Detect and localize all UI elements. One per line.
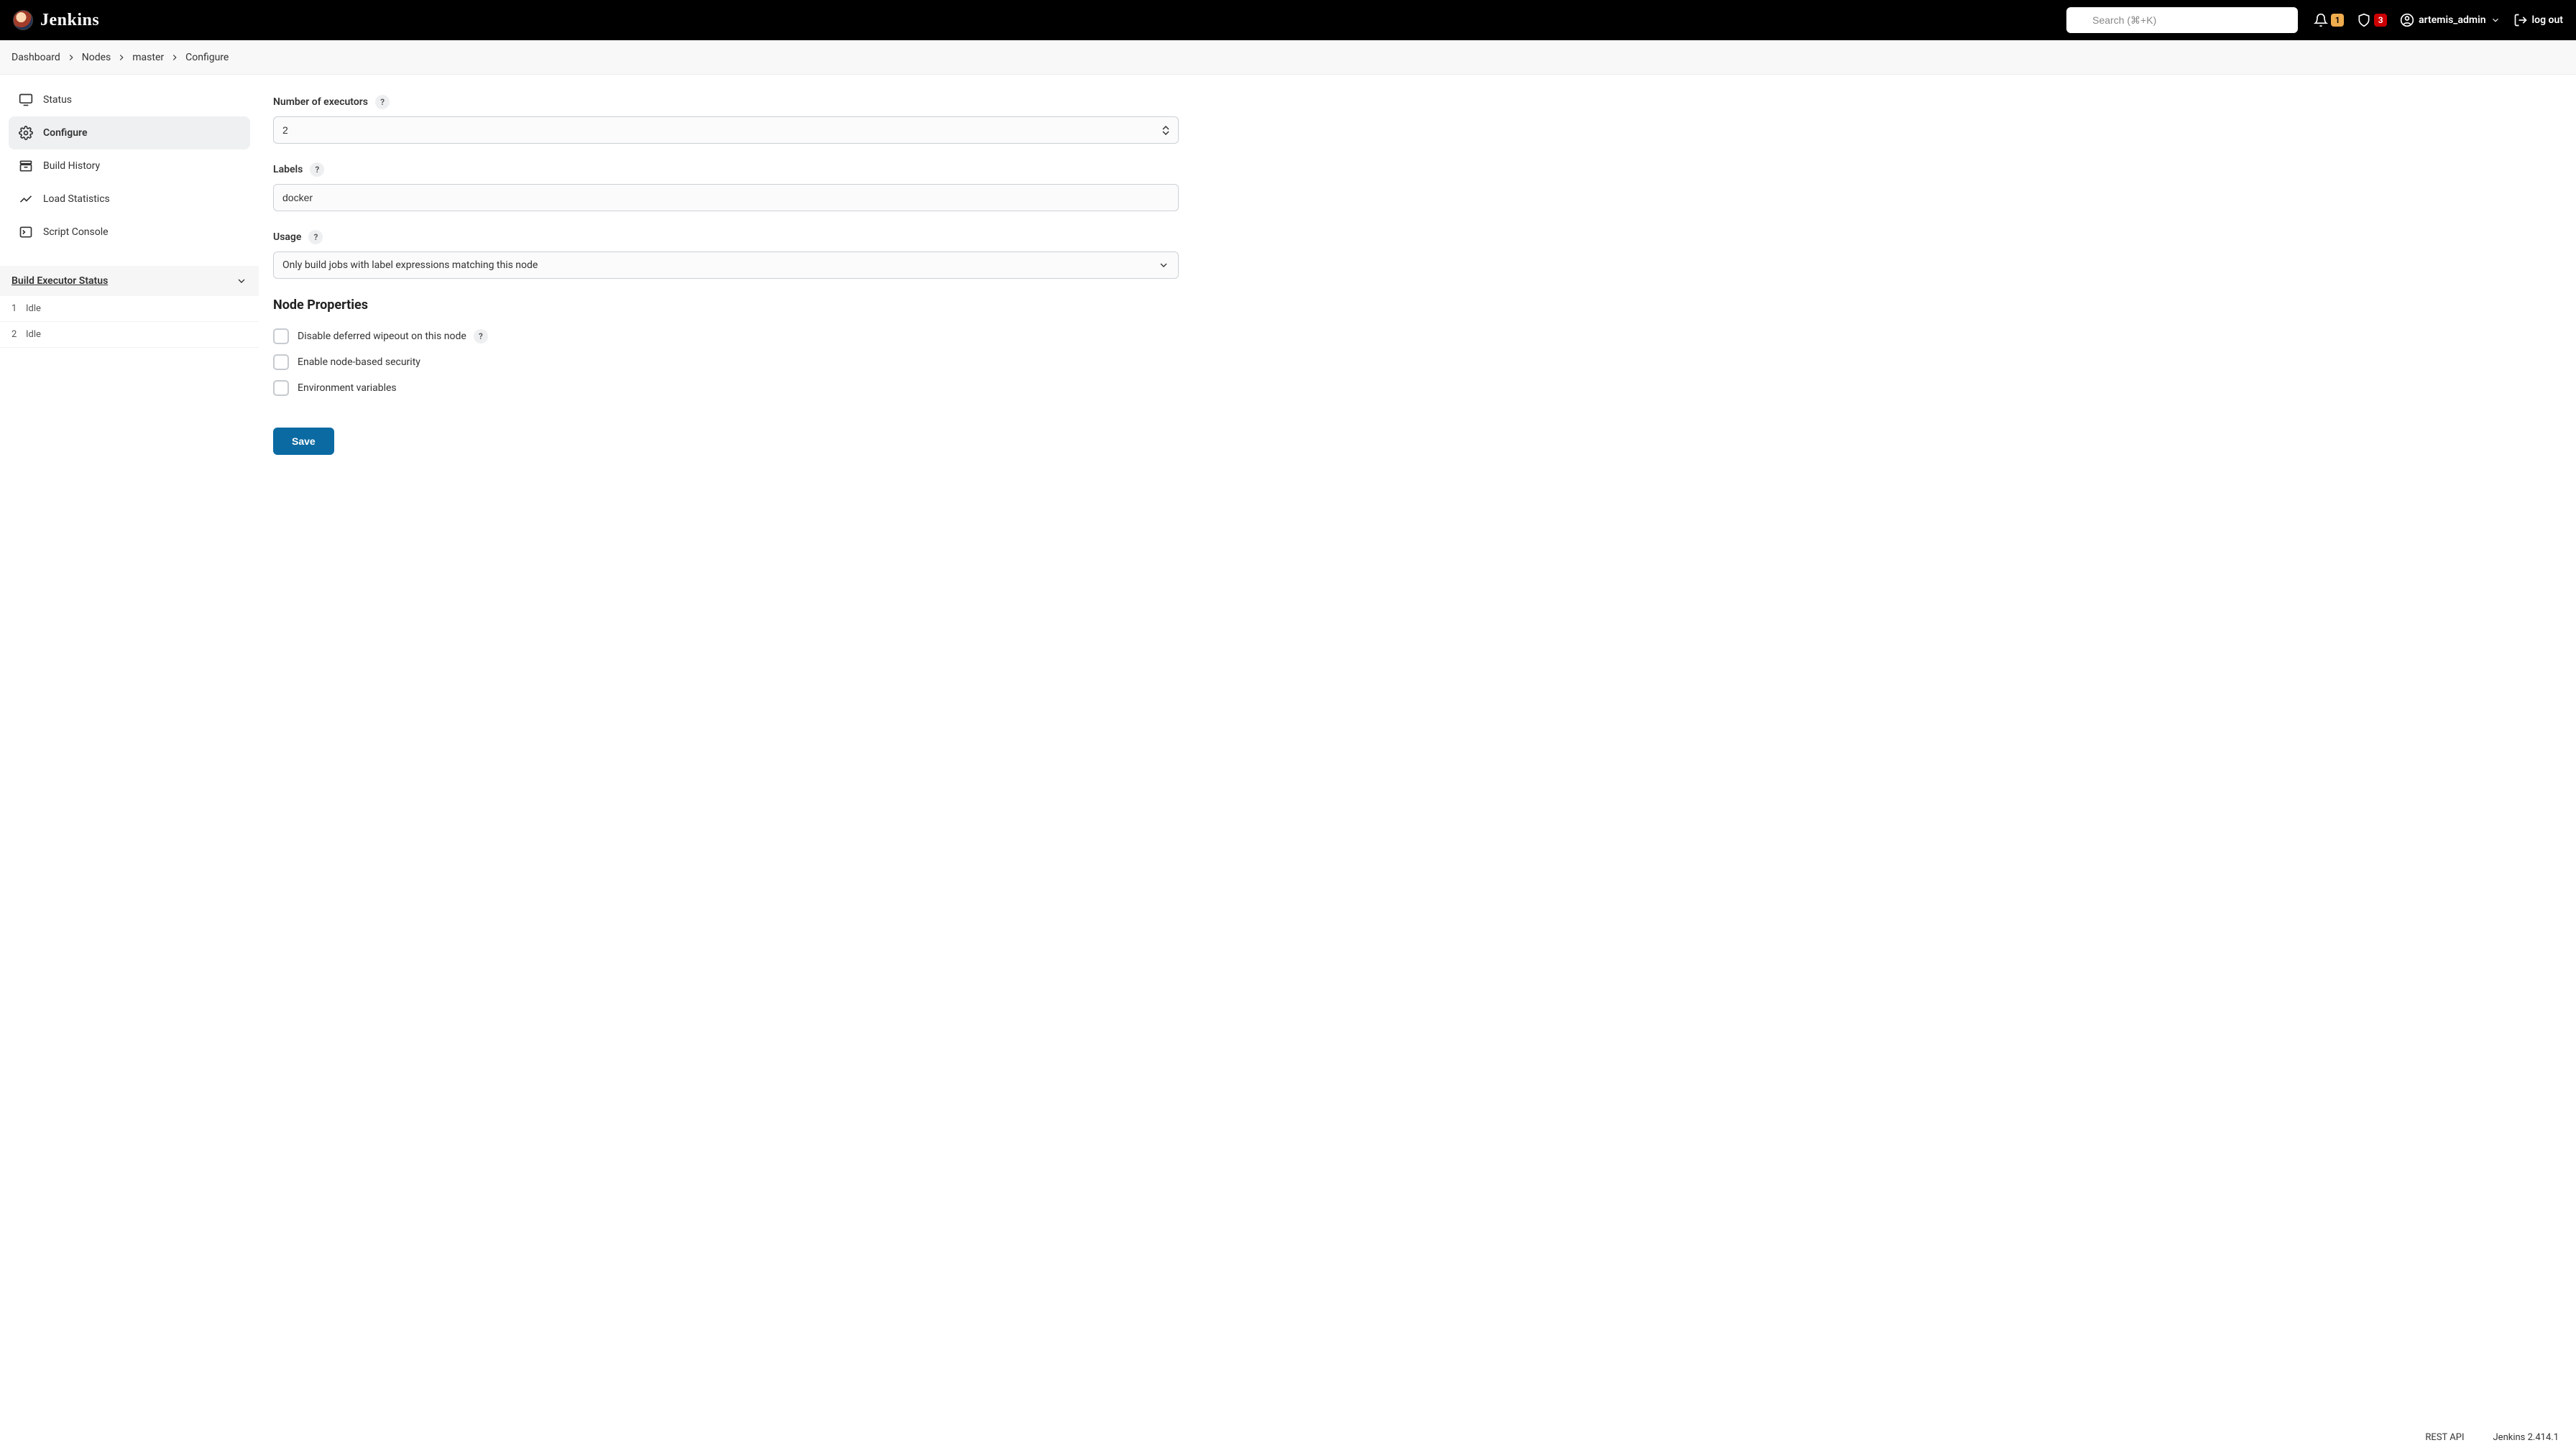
logo-link[interactable]: Jenkins: [13, 10, 99, 30]
logout-icon: [2513, 13, 2528, 27]
checkbox[interactable]: [273, 354, 289, 370]
chevron-right-icon: [116, 52, 126, 63]
executor-number: 1: [12, 303, 19, 314]
crumb-nodes[interactable]: Nodes: [80, 49, 113, 66]
search-box[interactable]: [2066, 7, 2298, 33]
notif-badge: 1: [2331, 14, 2344, 27]
executor-status: Idle: [26, 329, 41, 340]
check-node-security[interactable]: Enable node-based security: [273, 354, 1179, 370]
user-icon: [2400, 13, 2414, 27]
executor-number: 2: [12, 329, 19, 340]
sidebar-item-status[interactable]: Status: [9, 83, 250, 116]
field-label-text: Usage: [273, 231, 301, 243]
notifications-button[interactable]: 1: [2314, 13, 2344, 27]
help-icon[interactable]: ?: [308, 230, 323, 244]
field-num-executors: Number of executors ?: [273, 95, 1179, 144]
checkbox-label: Disable deferred wipeout on this node ?: [298, 329, 488, 343]
checkbox[interactable]: [273, 380, 289, 396]
executor-panel-title: Build Executor Status: [12, 275, 108, 287]
executor-panel-header[interactable]: Build Executor Status: [0, 266, 259, 296]
top-header: Jenkins 1 3 artemis_admin log out: [0, 0, 2576, 40]
crumb-master[interactable]: master: [131, 49, 165, 66]
help-icon[interactable]: ?: [310, 162, 324, 177]
executor-status: Idle: [26, 303, 41, 314]
bell-icon: [2314, 13, 2328, 27]
shield-icon: [2357, 13, 2371, 27]
rest-api-link[interactable]: REST API: [2425, 1432, 2464, 1443]
help-circle-icon[interactable]: [2278, 14, 2291, 27]
sidebar-item-configure[interactable]: Configure: [9, 116, 250, 149]
security-badge: 3: [2374, 14, 2387, 27]
main-content: Number of executors ? Labels ? U: [259, 75, 1179, 484]
search-input[interactable]: [2092, 14, 2271, 26]
sidebar-item-script-console[interactable]: Script Console: [9, 216, 250, 249]
checkbox[interactable]: [273, 328, 289, 344]
chevron-down-icon: [2490, 15, 2501, 25]
username-label: artemis_admin: [2419, 14, 2485, 26]
sidebar-item-label: Script Console: [43, 226, 109, 238]
field-label-text: Number of executors: [273, 96, 368, 108]
field-labels: Labels ?: [273, 162, 1179, 211]
sidebar-item-build-history[interactable]: Build History: [9, 149, 250, 183]
sidebar-item-label: Load Statistics: [43, 193, 110, 205]
usage-select-value: Only build jobs with label expressions m…: [282, 259, 538, 271]
executor-row: 1 Idle: [0, 296, 259, 322]
chevron-down-icon: [236, 275, 247, 287]
search-icon: [2074, 14, 2085, 26]
brand-name: Jenkins: [40, 11, 99, 30]
user-menu[interactable]: artemis_admin: [2400, 13, 2500, 27]
stepper-down-icon: [1162, 131, 1169, 135]
usage-select[interactable]: Only build jobs with label expressions m…: [273, 252, 1179, 279]
labels-input[interactable]: [282, 192, 1169, 203]
field-label-text: Labels: [273, 164, 303, 175]
labels-input-wrap: [273, 184, 1179, 211]
jenkins-logo-icon: [13, 10, 33, 30]
executor-row: 2 Idle: [0, 322, 259, 348]
sidebar: Status Configure Build History Load Stat…: [0, 75, 259, 484]
num-executors-input-wrap: [273, 116, 1179, 144]
help-icon[interactable]: ?: [375, 95, 390, 109]
sidebar-item-load-statistics[interactable]: Load Statistics: [9, 183, 250, 216]
stepper-up-icon: [1162, 126, 1169, 130]
executor-panel: Build Executor Status 1 Idle 2 Idle: [0, 266, 259, 348]
security-button[interactable]: 3: [2357, 13, 2387, 27]
gear-icon: [19, 126, 33, 140]
node-properties-heading: Node Properties: [273, 297, 1179, 313]
chart-icon: [19, 192, 33, 206]
chevron-down-icon: [1158, 259, 1169, 271]
header-actions: 1 3 artemis_admin log out: [2314, 13, 2563, 27]
breadcrumb: Dashboard Nodes master Configure: [0, 40, 2576, 75]
chevron-right-icon: [170, 52, 180, 63]
logout-button[interactable]: log out: [2513, 13, 2563, 27]
num-executors-input[interactable]: [282, 124, 1162, 136]
field-usage: Usage ? Only build jobs with label expre…: [273, 230, 1179, 279]
help-icon[interactable]: ?: [474, 329, 488, 343]
crumb-configure: Configure: [184, 49, 230, 66]
sidebar-item-label: Build History: [43, 160, 100, 172]
sidebar-item-label: Status: [43, 94, 72, 106]
terminal-icon: [19, 225, 33, 239]
save-button[interactable]: Save: [273, 428, 334, 455]
sidebar-item-label: Configure: [43, 127, 87, 139]
logout-label: log out: [2532, 14, 2563, 26]
archive-icon: [19, 159, 33, 173]
chevron-right-icon: [66, 52, 76, 63]
checkbox-label-text: Enable node-based security: [298, 356, 420, 368]
checkbox-label-text: Environment variables: [298, 382, 397, 394]
check-env-vars[interactable]: Environment variables: [273, 380, 1179, 396]
number-stepper[interactable]: [1162, 126, 1169, 135]
footer: REST API Jenkins 2.414.1: [2408, 1422, 2576, 1453]
version-label: Jenkins 2.414.1: [2493, 1432, 2559, 1443]
crumb-dashboard[interactable]: Dashboard: [10, 49, 62, 66]
checkbox-label-text: Disable deferred wipeout on this node: [298, 331, 466, 342]
monitor-icon: [19, 93, 33, 107]
check-deferred-wipeout[interactable]: Disable deferred wipeout on this node ?: [273, 328, 1179, 344]
